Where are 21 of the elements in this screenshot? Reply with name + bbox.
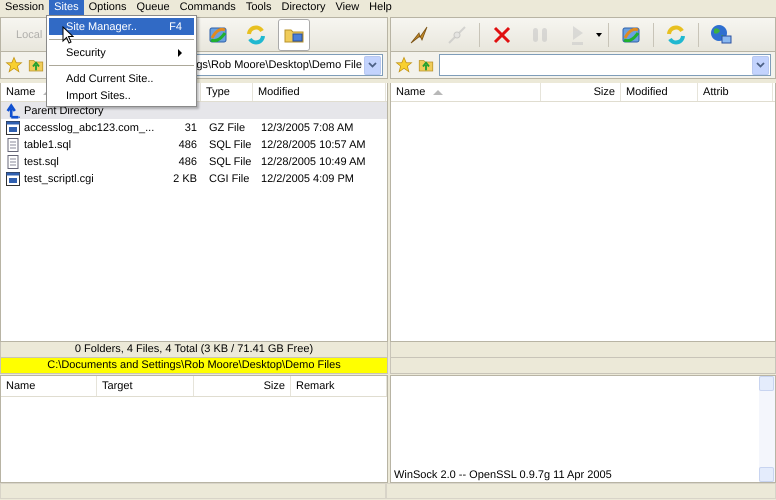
folder-summary: 0 Folders, 4 Files, 4 Total (3 KB / 71.41 GB Free) bbox=[74, 343, 314, 355]
file-name: table1.sql bbox=[24, 138, 72, 150]
file-modified: 12/3/2005 7:08 AM bbox=[260, 122, 354, 134]
file-type: SQL File bbox=[208, 138, 252, 150]
file-modified: 12/2/2005 4:09 PM bbox=[260, 172, 355, 184]
file-modified: 12/28/2005 10:57 AM bbox=[260, 138, 367, 150]
file-modified: 12/28/2005 10:49 AM bbox=[260, 156, 367, 168]
file-type: SQL File bbox=[208, 156, 252, 168]
file-size: 2 KB bbox=[172, 172, 198, 184]
file-name: test.sql bbox=[24, 156, 59, 168]
file-size: 486 bbox=[178, 156, 198, 168]
file-name: test_scriptl.cgi bbox=[24, 172, 94, 184]
file-type: CGI File bbox=[208, 172, 250, 184]
current-path: C:\Documents and Settings\Rob Moore\Desktop\Demo Files bbox=[47, 359, 341, 371]
file-type: GZ File bbox=[208, 122, 246, 134]
file-name: Parent Directory bbox=[24, 104, 104, 116]
log-line: WinSock 2.0 -- OpenSSL 0.9.7g 11 Apr 2005 bbox=[394, 469, 613, 481]
file-size: 31 bbox=[184, 122, 198, 134]
file-size: 486 bbox=[178, 138, 198, 150]
address-text: gs\Rob Moore\Desktop\Demo File bbox=[195, 59, 363, 71]
file-name: accesslog_abc123.com_... bbox=[24, 122, 154, 134]
